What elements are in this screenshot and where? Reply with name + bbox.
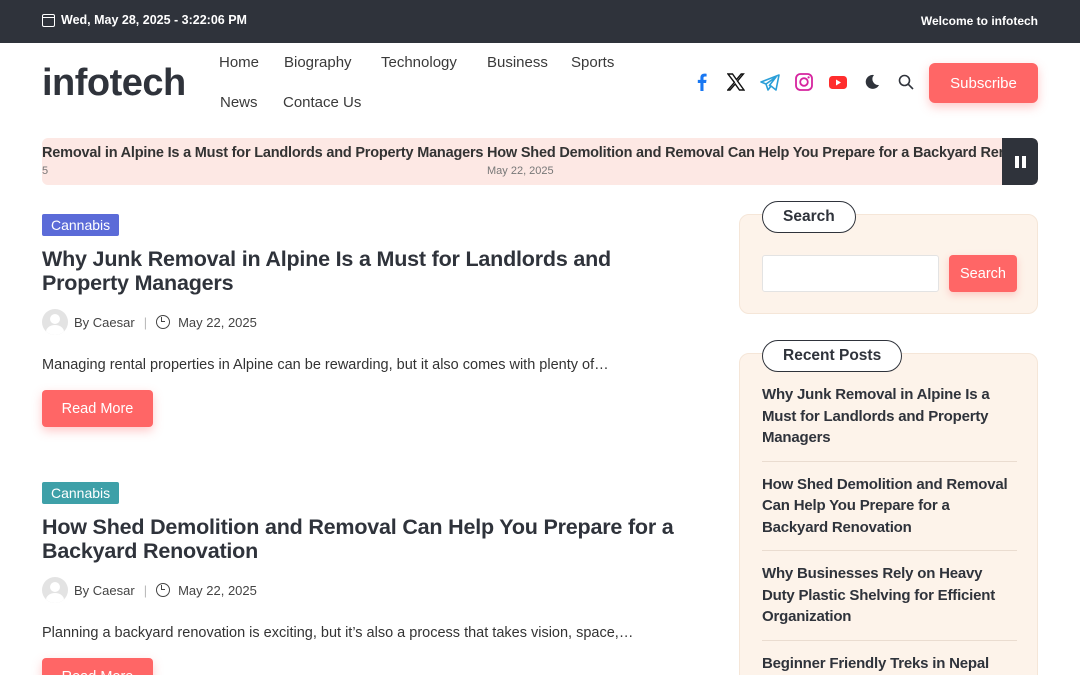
- post-author[interactable]: By Caesar: [74, 583, 135, 598]
- meta-divider: |: [143, 314, 148, 330]
- meta-divider: |: [143, 582, 148, 598]
- recent-post-link[interactable]: How Shed Demolition and Removal Can Help…: [762, 474, 1017, 551]
- date-display: Wed, May 28, 2025 - 3:22:06 PM: [42, 13, 247, 27]
- clock-icon: [156, 583, 171, 597]
- subscribe-button[interactable]: Subscribe: [929, 63, 1038, 103]
- x-twitter-icon[interactable]: [724, 70, 748, 94]
- nav-news[interactable]: News: [220, 94, 258, 111]
- nav-business[interactable]: Business: [487, 54, 548, 71]
- post-date: May 22, 2025: [178, 314, 257, 330]
- post-date: May 22, 2025: [178, 582, 257, 598]
- ticker-title: Removal in Alpine Is a Must for Landlord…: [42, 145, 484, 161]
- nav-home[interactable]: Home: [219, 54, 259, 71]
- post-excerpt: Managing rental properties in Alpine can…: [42, 357, 609, 373]
- search-icon[interactable]: [894, 70, 918, 94]
- ticker-pause-button[interactable]: [1002, 138, 1038, 185]
- nav-contact[interactable]: Contace Us: [283, 94, 361, 111]
- youtube-icon[interactable]: [826, 70, 850, 94]
- avatar: [42, 577, 68, 603]
- telegram-icon[interactable]: [758, 70, 782, 94]
- post-card: Cannabis How Shed Demolition and Removal…: [42, 482, 702, 675]
- post-title[interactable]: Why Junk Removal in Alpine Is a Must for…: [42, 247, 702, 295]
- nav-sports[interactable]: Sports: [571, 54, 614, 71]
- recent-post-link[interactable]: Why Businesses Rely on Heavy Duty Plasti…: [762, 563, 1017, 641]
- calendar-icon: [42, 13, 55, 27]
- recent-post-link[interactable]: Why Junk Removal in Alpine Is a Must for…: [762, 384, 1017, 462]
- news-ticker: Removal in Alpine Is a Must for Landlord…: [42, 138, 1038, 185]
- category-badge[interactable]: Cannabis: [42, 482, 120, 504]
- date-text: Wed, May 28, 2025 - 3:22:06 PM: [61, 13, 247, 27]
- search-input[interactable]: [762, 255, 939, 292]
- nav-technology[interactable]: Technology: [381, 54, 457, 71]
- post-meta: By Caesar | May 22, 2025: [42, 577, 702, 603]
- post-meta: By Caesar | May 22, 2025: [42, 309, 702, 335]
- ticker-item[interactable]: Removal in Alpine Is a Must for Landlord…: [42, 145, 483, 177]
- moon-icon[interactable]: [860, 70, 884, 94]
- post-excerpt: Planning a backyard renovation is exciti…: [42, 625, 634, 641]
- ticker-date: May 22, 2025: [487, 165, 554, 177]
- clock-icon: [156, 315, 171, 329]
- avatar: [42, 309, 68, 335]
- search-button[interactable]: Search: [949, 255, 1017, 292]
- ticker-item[interactable]: How Shed Demolition and Removal Can Help…: [487, 145, 1038, 177]
- recent-post-link[interactable]: Beginner Friendly Treks in Nepal: [762, 653, 1017, 675]
- instagram-icon[interactable]: [792, 70, 816, 94]
- top-bar: Wed, May 28, 2025 - 3:22:06 PM Welcome t…: [0, 0, 1080, 43]
- search-widget: Search Search: [739, 201, 1038, 314]
- post-title[interactable]: How Shed Demolition and Removal Can Help…: [42, 515, 702, 563]
- facebook-icon[interactable]: [690, 70, 714, 94]
- site-logo[interactable]: infotech: [42, 62, 186, 105]
- welcome-text: Welcome to infotech: [920, 14, 1038, 28]
- widget-title: Recent Posts: [762, 340, 903, 372]
- nav-biography[interactable]: Biography: [284, 54, 352, 71]
- category-badge[interactable]: Cannabis: [42, 214, 120, 236]
- post-author[interactable]: By Caesar: [74, 315, 135, 330]
- ticker-date: 5: [42, 165, 49, 177]
- post-card: Cannabis Why Junk Removal in Alpine Is a…: [42, 214, 702, 427]
- pause-icon: [1014, 155, 1026, 168]
- read-more-button[interactable]: Read More: [42, 658, 153, 675]
- social-links: [690, 70, 928, 94]
- widget-title: Search: [762, 201, 856, 233]
- ticker-title: How Shed Demolition and Removal Can Help…: [487, 145, 1038, 161]
- recent-posts-list: Why Junk Removal in Alpine Is a Must for…: [762, 384, 1017, 675]
- recent-posts-widget: Recent Posts Why Junk Removal in Alpine …: [739, 340, 1038, 675]
- read-more-button[interactable]: Read More: [42, 390, 153, 427]
